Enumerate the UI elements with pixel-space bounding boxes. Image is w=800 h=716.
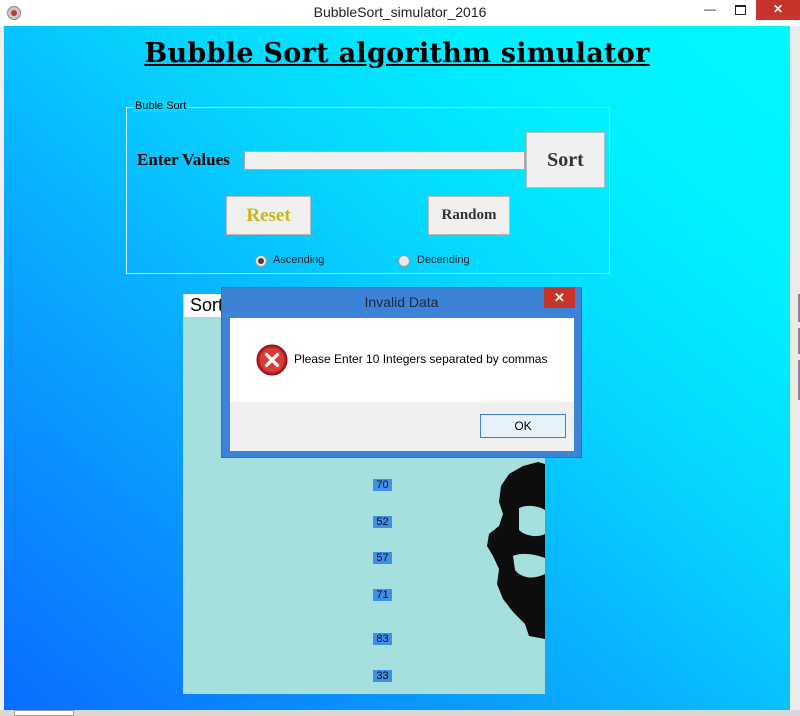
- ascending-radio[interactable]: [255, 255, 267, 267]
- page-title: Bubble Sort algorithm simulator: [144, 38, 650, 69]
- number-chip: 83: [373, 633, 392, 645]
- dialog-title: Invalid Data: [364, 294, 439, 310]
- values-input[interactable]: [244, 151, 525, 170]
- error-icon: [256, 344, 288, 376]
- maximize-button[interactable]: [725, 0, 755, 20]
- close-button[interactable]: ✕: [756, 0, 800, 20]
- ok-button[interactable]: OK: [480, 414, 566, 438]
- ascending-label[interactable]: Ascending: [273, 254, 324, 266]
- minimize-button[interactable]: —: [695, 0, 725, 20]
- number-chip: 70: [373, 479, 392, 491]
- number-chip: 52: [373, 516, 392, 528]
- window-bottom-edge: [0, 710, 800, 716]
- descending-label[interactable]: Decending: [417, 254, 470, 266]
- maximize-icon: [734, 4, 746, 15]
- number-chip: 71: [373, 589, 392, 601]
- number-chip: 57: [373, 552, 392, 564]
- title-bar: BubbleSort_simulator_2016 — ✕: [0, 0, 800, 26]
- reset-button[interactable]: Reset: [226, 196, 311, 235]
- descending-radio[interactable]: [398, 255, 410, 267]
- dialog-message-area: Please Enter 10 Integers separated by co…: [230, 318, 574, 402]
- dialog-body: Please Enter 10 Integers separated by co…: [230, 318, 574, 451]
- window-right-edge: [790, 26, 800, 716]
- bubble-sort-group: Buble Sort Enter Values Sort Reset Rando…: [126, 100, 610, 274]
- sort-button[interactable]: Sort: [526, 132, 605, 188]
- enter-values-label: Enter Values: [137, 150, 230, 169]
- dialog-message: Please Enter 10 Integers separated by co…: [294, 352, 548, 366]
- window-title: BubbleSort_simulator_2016: [313, 4, 487, 20]
- taskbar-tab[interactable]: [14, 710, 74, 716]
- group-label: Buble Sort: [133, 100, 189, 112]
- number-chip: 33: [373, 670, 392, 682]
- random-button[interactable]: Random: [428, 196, 510, 235]
- dialog-close-button[interactable]: ✕: [544, 288, 575, 308]
- error-dialog: Invalid Data ✕ Please Enter 10 Integers …: [221, 287, 582, 458]
